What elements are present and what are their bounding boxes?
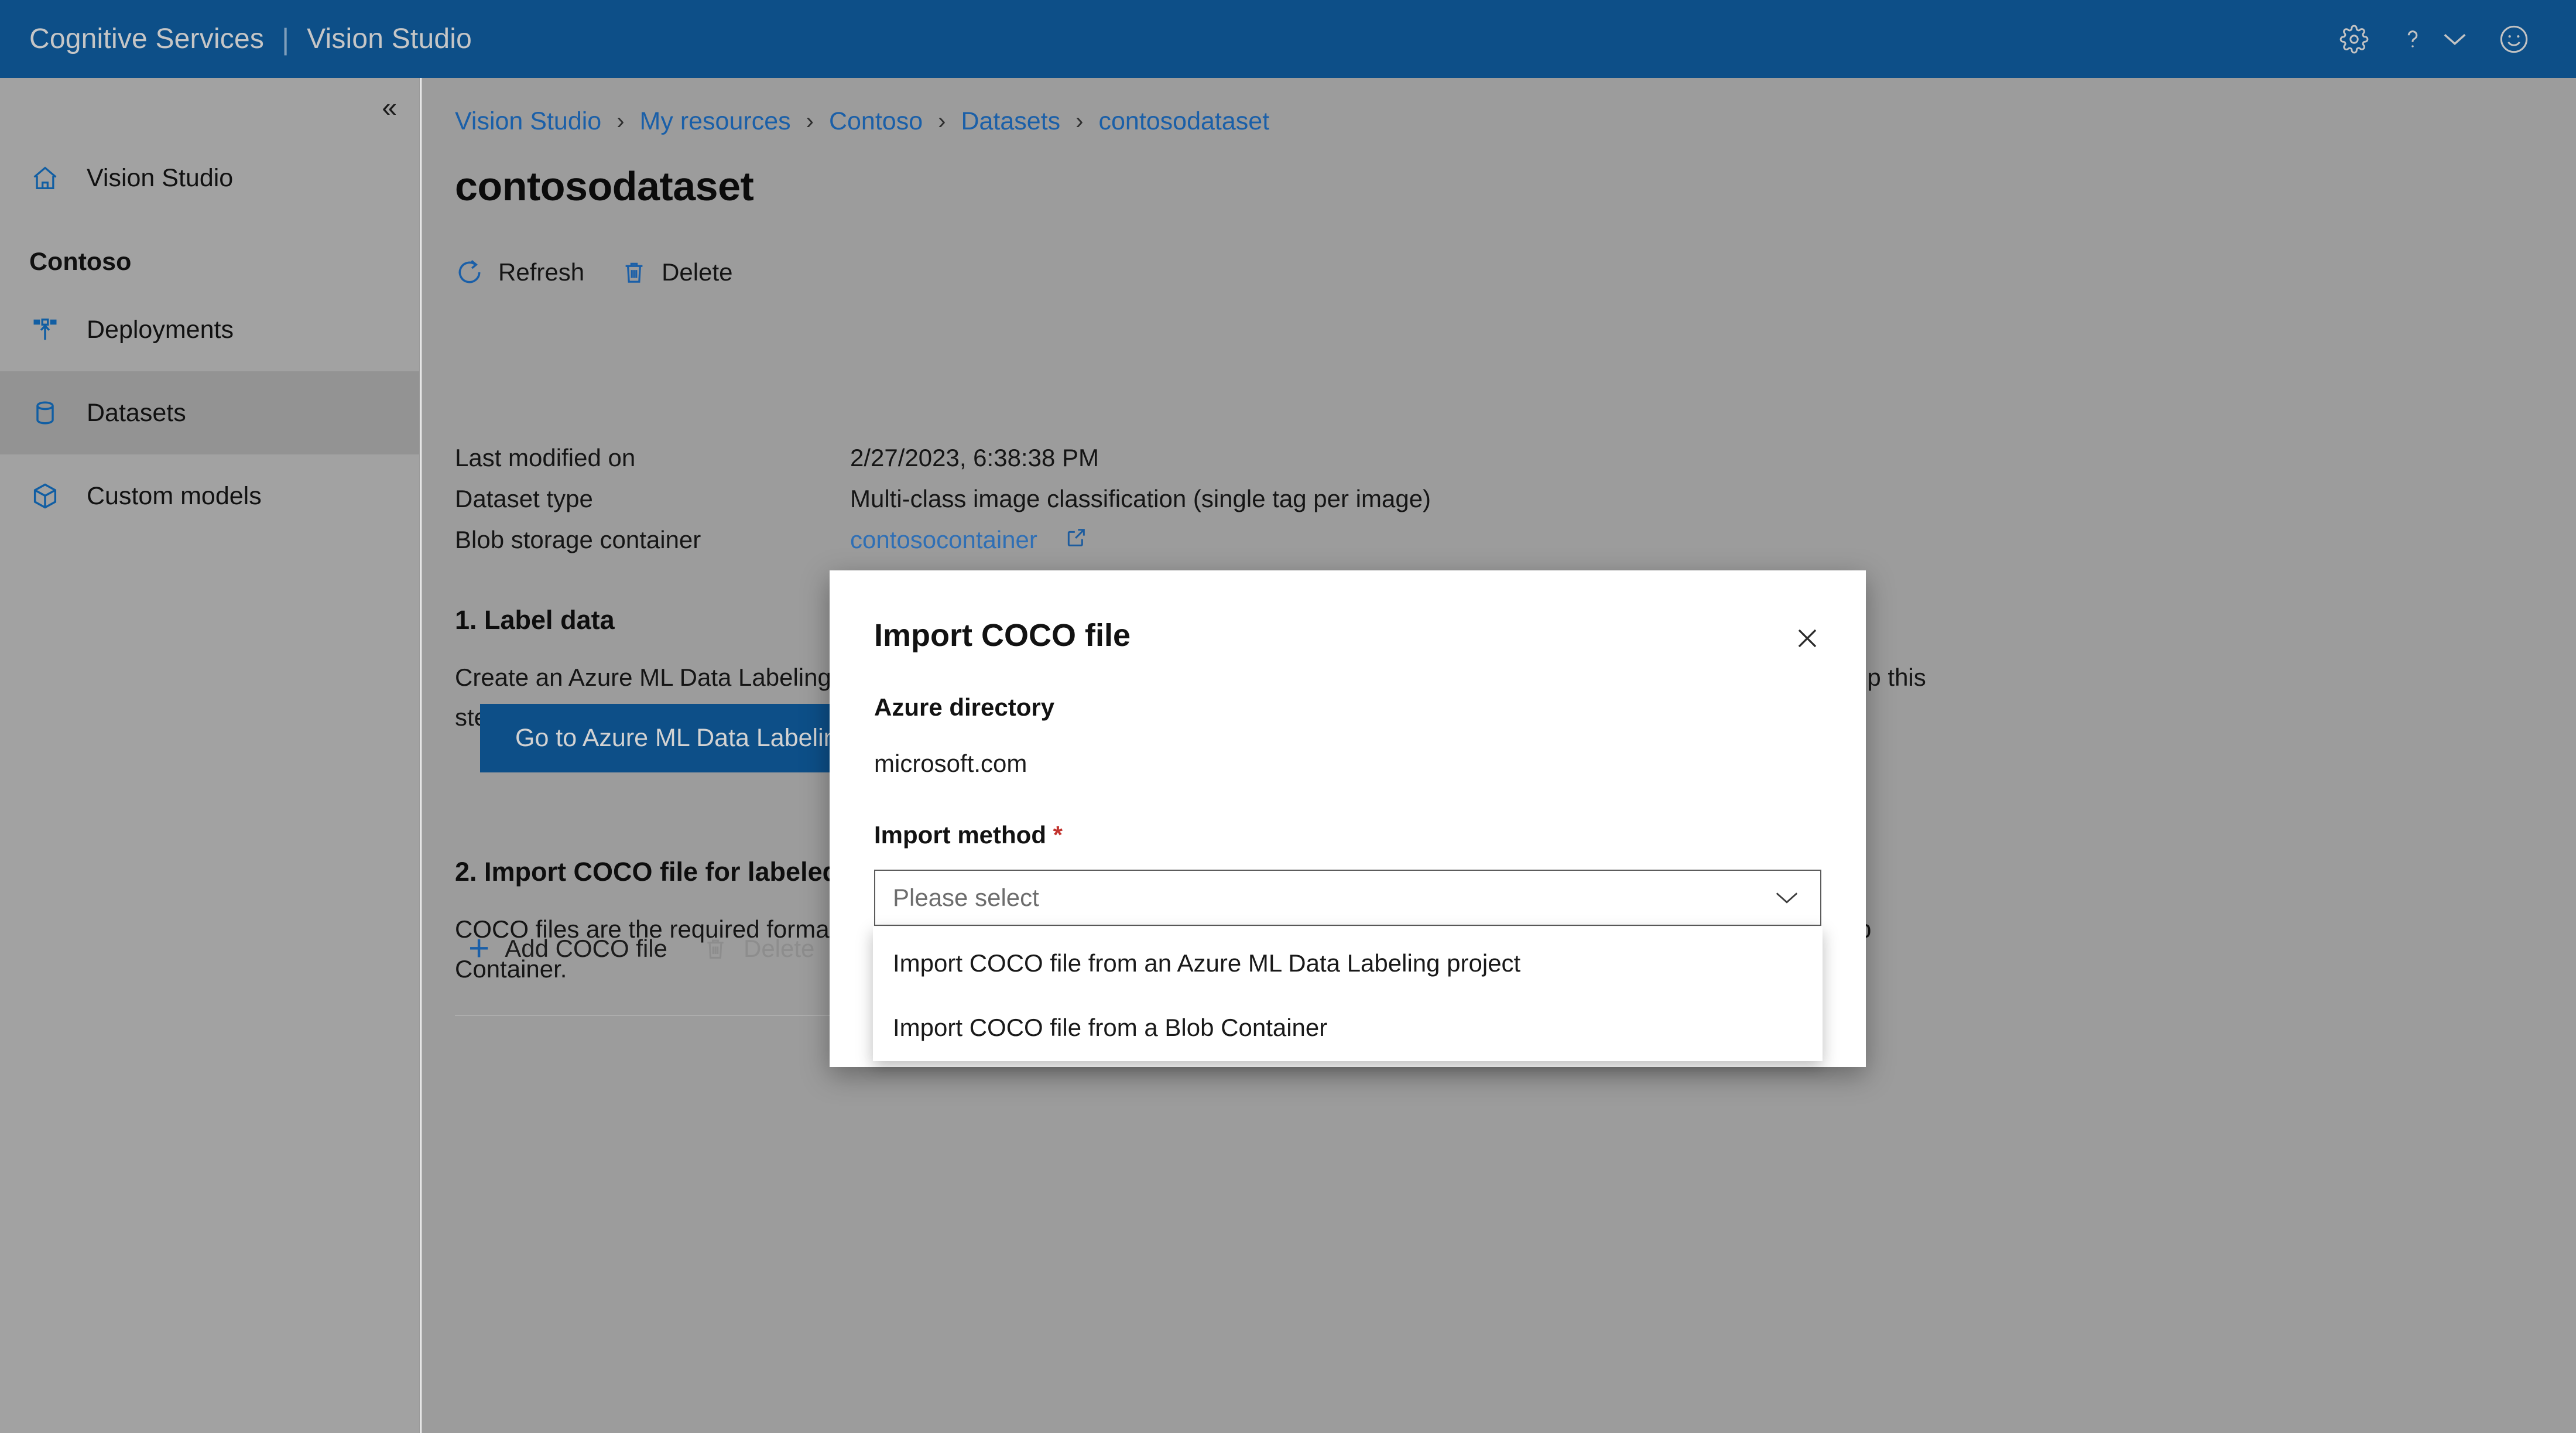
sidebar-item-custom-models[interactable]: Custom models xyxy=(0,454,419,538)
import-method-dropdown-list: Import COCO file from an Azure ML Data L… xyxy=(873,926,1823,1061)
delete-label: Delete xyxy=(662,258,733,286)
required-asterisk: * xyxy=(1053,821,1063,849)
close-icon[interactable] xyxy=(1792,617,1823,654)
metadata-label: Last modified on xyxy=(455,444,636,471)
breadcrumb-item-datasets[interactable]: Datasets xyxy=(961,107,1060,136)
breadcrumb-item-vision-studio[interactable]: Vision Studio xyxy=(455,107,601,136)
database-icon xyxy=(29,397,61,429)
metadata-value: Multi-class image classification (single… xyxy=(850,485,1431,512)
dialog-title: Import COCO file xyxy=(874,618,1131,653)
blob-container-link[interactable]: contosocontainer xyxy=(850,526,1037,554)
metadata-label: Dataset type xyxy=(455,485,593,512)
external-link-icon[interactable] xyxy=(1064,526,1088,549)
azure-directory-label: Azure directory xyxy=(874,693,1055,721)
metadata-label: Blob storage container xyxy=(455,526,701,553)
breadcrumb-item-contoso[interactable]: Contoso xyxy=(829,107,923,136)
import-method-select[interactable]: Please select xyxy=(874,870,1821,926)
plus-icon: + xyxy=(468,928,490,969)
top-header-actions xyxy=(2339,24,2535,54)
sidebar-item-label: Custom models xyxy=(87,481,262,510)
breadcrumb-separator: › xyxy=(806,108,814,134)
delete-coco-file-label: Delete xyxy=(743,935,815,962)
sidebar-collapse-row: « xyxy=(0,78,419,136)
breadcrumb: Vision Studio › My resources › Contoso ›… xyxy=(455,107,1269,136)
refresh-icon xyxy=(455,258,484,287)
sidebar-item-deployments[interactable]: Deployments xyxy=(0,288,419,371)
home-icon xyxy=(29,162,61,194)
breadcrumb-separator: › xyxy=(938,108,946,134)
brand-group: Cognitive Services | Vision Studio xyxy=(29,23,472,55)
azure-directory-value: microsoft.com xyxy=(874,750,1027,777)
collapse-sidebar-icon[interactable]: « xyxy=(382,94,397,121)
trash-icon xyxy=(703,935,728,963)
sidebar-item-datasets[interactable]: Datasets xyxy=(0,371,419,454)
brand-primary-label: Cognitive Services xyxy=(29,23,265,54)
sidebar-group-title: Contoso xyxy=(29,248,132,276)
metadata-row-blob-container: Blob storage container contosocontainer xyxy=(455,526,1431,567)
add-coco-file-button[interactable]: + Add COCO file xyxy=(468,928,667,969)
dropdown-option-azure-ml-data-labeling[interactable]: Import COCO file from an Azure ML Data L… xyxy=(873,931,1823,996)
delete-button[interactable]: Delete xyxy=(621,258,732,287)
import-method-label: Import method * xyxy=(874,821,1821,849)
sidebar-item-label: Vision Studio xyxy=(87,163,234,192)
gear-icon[interactable] xyxy=(2339,25,2369,54)
breadcrumb-item-my-resources[interactable]: My resources xyxy=(640,107,791,136)
help-icon[interactable] xyxy=(2399,25,2468,54)
breadcrumb-item-contosodataset[interactable]: contosodataset xyxy=(1098,107,1269,136)
brand-secondary-label[interactable]: Vision Studio xyxy=(307,23,472,55)
metadata-value: 2/27/2023, 6:38:38 PM xyxy=(850,444,1099,471)
go-to-azure-ml-data-labeling-button[interactable]: Go to Azure ML Data Labeling xyxy=(480,704,887,772)
metadata-row-dataset-type: Dataset type Multi-class image classific… xyxy=(455,485,1431,526)
sidebar-item-label: Datasets xyxy=(87,398,186,427)
dialog-header: Import COCO file xyxy=(830,570,1866,654)
dataset-metadata-list: Last modified on 2/27/2023, 6:38:38 PM D… xyxy=(455,444,1431,567)
trash-icon xyxy=(621,258,648,287)
breadcrumb-separator: › xyxy=(1075,108,1084,134)
import-method-selected-value: Please select xyxy=(893,884,1039,911)
add-coco-file-label: Add COCO file xyxy=(505,935,667,962)
page-title: contosodataset xyxy=(455,163,754,209)
breadcrumb-separator: › xyxy=(616,108,625,134)
refresh-button[interactable]: Refresh xyxy=(455,258,584,287)
sidebar-item-vision-studio[interactable]: Vision Studio xyxy=(0,136,419,220)
coco-file-command-bar: + Add COCO file Delete xyxy=(468,928,814,969)
page-command-bar: Refresh Delete xyxy=(455,258,732,287)
import-method-label-text: Import method xyxy=(874,821,1046,849)
dropdown-option-blob-container[interactable]: Import COCO file from a Blob Container xyxy=(873,996,1823,1060)
chevron-down-icon xyxy=(1773,889,1800,907)
brand-separator: | xyxy=(282,22,290,56)
chevron-down-icon xyxy=(2444,33,2466,45)
sidebar-item-label: Deployments xyxy=(87,315,234,344)
delete-coco-file-button[interactable]: Delete xyxy=(703,935,814,963)
top-header-bar: Cognitive Services | Vision Studio xyxy=(0,0,2576,78)
deployments-icon xyxy=(29,314,61,346)
cube-icon xyxy=(29,480,61,512)
left-sidebar: « Vision Studio Contoso Deployments Data… xyxy=(0,78,420,1433)
feedback-smiley-icon[interactable] xyxy=(2499,24,2529,54)
dialog-body: Azure directory microsoft.com Import met… xyxy=(830,693,1866,849)
metadata-row-last-modified: Last modified on 2/27/2023, 6:38:38 PM xyxy=(455,444,1431,485)
vision-studio-app: Cognitive Services | Vision Studio « Vis… xyxy=(0,0,2576,1433)
refresh-label: Refresh xyxy=(498,258,585,286)
import-method-select-wrapper: Please select xyxy=(874,870,1821,926)
